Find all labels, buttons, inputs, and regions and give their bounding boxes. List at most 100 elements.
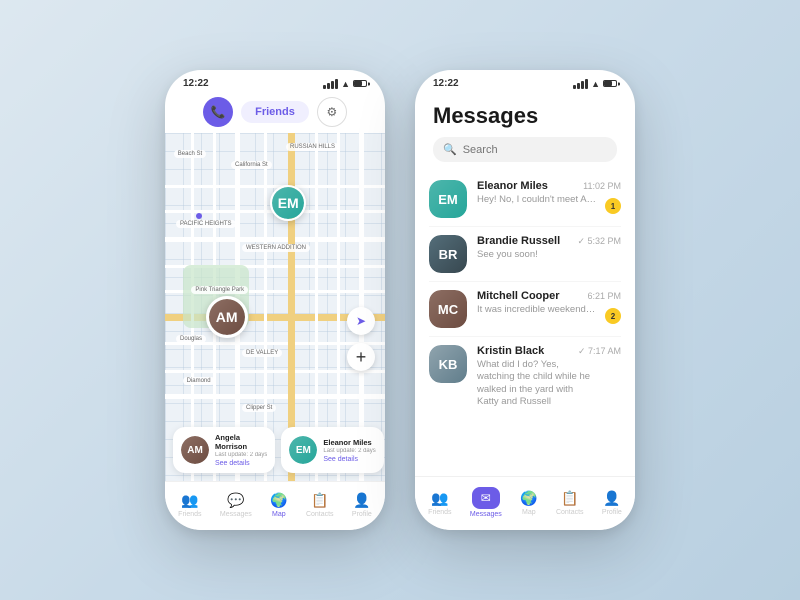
zoom-in-button[interactable]: + (347, 343, 375, 371)
message-item-0[interactable]: EM Eleanor Miles 11:02 PM Hey! No, I cou… (415, 172, 635, 226)
bottom-nav-left: 👥 Friends 💬 Messages 🌍 Map 📋 Contacts 👤 … (165, 481, 385, 530)
msg-name-0: Eleanor Miles (477, 180, 548, 192)
nav-messages-left[interactable]: 💬 Messages (214, 490, 258, 520)
nav-friends-left[interactable]: 👥 Friends (172, 490, 207, 520)
map-card-eleanor[interactable]: EM Eleanor Miles Last update: 2 days See… (281, 427, 383, 473)
map-nav-label-r: Map (522, 509, 536, 516)
western-label: WESTERN ADDITION (242, 244, 310, 252)
contacts-icon: 📋 (311, 492, 328, 509)
profile-nav-label: Profile (352, 511, 372, 518)
card-name-angela: Angela Morrison (215, 433, 267, 451)
status-icons-left: ▲ (323, 79, 367, 89)
locate-button[interactable]: ➤ (347, 307, 375, 335)
friends-nav-label-r: Friends (428, 509, 451, 516)
nav-messages-right[interactable]: ✉ Messages (464, 485, 508, 520)
messages-nav-label: Messages (220, 511, 252, 518)
map-area: Pink Triangle Park Beach St California S… (165, 133, 385, 481)
search-bar[interactable]: 🔍 (433, 137, 617, 162)
map-nav-label: Map (272, 511, 286, 518)
msg-name-3: Kristin Black (477, 345, 544, 357)
contacts-nav-label: Contacts (306, 511, 334, 518)
profile-nav-label-r: Profile (602, 509, 622, 516)
status-time-right: 12:22 (433, 78, 459, 89)
friends-pill[interactable]: Friends (241, 101, 309, 123)
msg-preview-3: What did I do? Yes, watching the child w… (477, 359, 597, 408)
status-bar-right: 12:22 ▲ (415, 70, 635, 93)
message-item-3[interactable]: KB Kristin Black ✓ 7:17 AM What did I do… (415, 337, 635, 416)
phone-left: 12:22 ▲ 📞 Friends ⚙ (165, 70, 385, 530)
friends-icon-r: 👥 (431, 490, 448, 507)
card-link-eleanor[interactable]: See details (323, 456, 375, 463)
avatar-kristin: KB (429, 345, 467, 383)
messages-nav-label-r: Messages (470, 511, 502, 518)
avatar-brandie: BR (429, 235, 467, 273)
msg-preview-2: It was incredible weekend, yep! (477, 304, 597, 316)
beach-label: Beach St (174, 150, 206, 158)
map-pin-eleanor[interactable]: EM (270, 185, 306, 221)
profile-icon-r: 👤 (603, 490, 620, 507)
messages-header: Messages 🔍 (415, 93, 635, 168)
nav-map-left[interactable]: 🌍 Map (264, 490, 293, 520)
messages-list: EM Eleanor Miles 11:02 PM Hey! No, I cou… (415, 168, 635, 476)
map-icon-r: 🌍 (520, 490, 537, 507)
message-item-1[interactable]: BR Brandie Russell ✓ 5:32 PM See you soo… (415, 227, 635, 281)
msg-name-2: Mitchell Cooper (477, 290, 560, 302)
msg-name-1: Brandie Russell (477, 235, 560, 247)
search-input[interactable] (463, 144, 607, 156)
friends-nav-label: Friends (178, 511, 201, 518)
msg-time-0: 11:02 PM (583, 181, 621, 191)
friends-icon: 👥 (181, 492, 198, 509)
russian-label: RUSSIAN HILLS (286, 143, 339, 151)
badge-0: 1 (605, 198, 621, 214)
settings-button[interactable]: ⚙ (317, 97, 347, 127)
search-icon: 🔍 (443, 143, 457, 156)
card-update-angela: Last update: 2 days (215, 452, 267, 458)
nav-map-right[interactable]: 🌍 Map (514, 488, 543, 518)
contacts-icon-r: 📋 (561, 490, 578, 507)
friends-label: Friends (255, 106, 295, 118)
msg-preview-0: Hey! No, I couldn't meet Alex today🙃 May… (477, 194, 597, 206)
map-pin-angela[interactable]: AM (206, 296, 248, 338)
nav-profile-left[interactable]: 👤 Profile (346, 490, 378, 520)
msg-time-1: ✓ 5:32 PM (577, 236, 621, 247)
park-label: Pink Triangle Park (191, 286, 248, 294)
status-bar-left: 12:22 ▲ (165, 70, 385, 93)
status-time-left: 12:22 (183, 78, 209, 89)
clipper-label: Clipper St (242, 404, 276, 412)
bottom-nav-right: 👥 Friends ✉ Messages 🌍 Map 📋 Contacts 👤 … (415, 476, 635, 530)
status-icons-right: ▲ (573, 79, 617, 89)
douglas-label: Douglas (176, 335, 206, 343)
contacts-nav-label-r: Contacts (556, 509, 584, 516)
avatar-eleanor: EM (429, 180, 467, 218)
messages-icon: 💬 (227, 492, 244, 509)
cal-label: California St (231, 161, 272, 169)
message-item-2[interactable]: MC Mitchell Cooper 6:21 PM It was incred… (415, 282, 635, 336)
map-card-angela[interactable]: AM Angela Morrison Last update: 2 days S… (173, 427, 275, 473)
card-name-eleanor: Eleanor Miles (323, 438, 375, 447)
messages-title: Messages (433, 103, 617, 129)
avatar-mitchell: MC (429, 290, 467, 328)
valley-label: DE VALLEY (242, 349, 282, 357)
nav-friends-right[interactable]: 👥 Friends (422, 488, 457, 518)
messages-active-icon: ✉ (472, 487, 500, 509)
diamond-label: Diamond (183, 377, 215, 385)
card-link-angela[interactable]: See details (215, 460, 267, 467)
map-bottom-cards: AM Angela Morrison Last update: 2 days S… (165, 419, 385, 481)
nav-contacts-left[interactable]: 📋 Contacts (300, 490, 340, 520)
msg-time-2: 6:21 PM (587, 291, 621, 301)
pacific-label: PACIFIC HEIGHTS (176, 220, 236, 228)
msg-time-3: ✓ 7:17 AM (578, 346, 621, 357)
messages-content: Messages 🔍 EM Eleanor Miles 11:02 PM Hey… (415, 93, 635, 476)
phone-right: 12:22 ▲ Messages 🔍 (415, 70, 635, 530)
location-dot (196, 213, 202, 219)
badge-2: 2 (605, 308, 621, 324)
msg-preview-1: See you soon! (477, 249, 597, 261)
map-background: Pink Triangle Park Beach St California S… (165, 133, 385, 481)
card-update-eleanor: Last update: 2 days (323, 448, 375, 454)
profile-icon: 👤 (353, 492, 370, 509)
map-icon: 🌍 (270, 492, 287, 509)
map-header: 📞 Friends ⚙ (165, 93, 385, 133)
nav-contacts-right[interactable]: 📋 Contacts (550, 488, 590, 518)
nav-profile-right[interactable]: 👤 Profile (596, 488, 628, 518)
call-button[interactable]: 📞 (203, 97, 233, 127)
